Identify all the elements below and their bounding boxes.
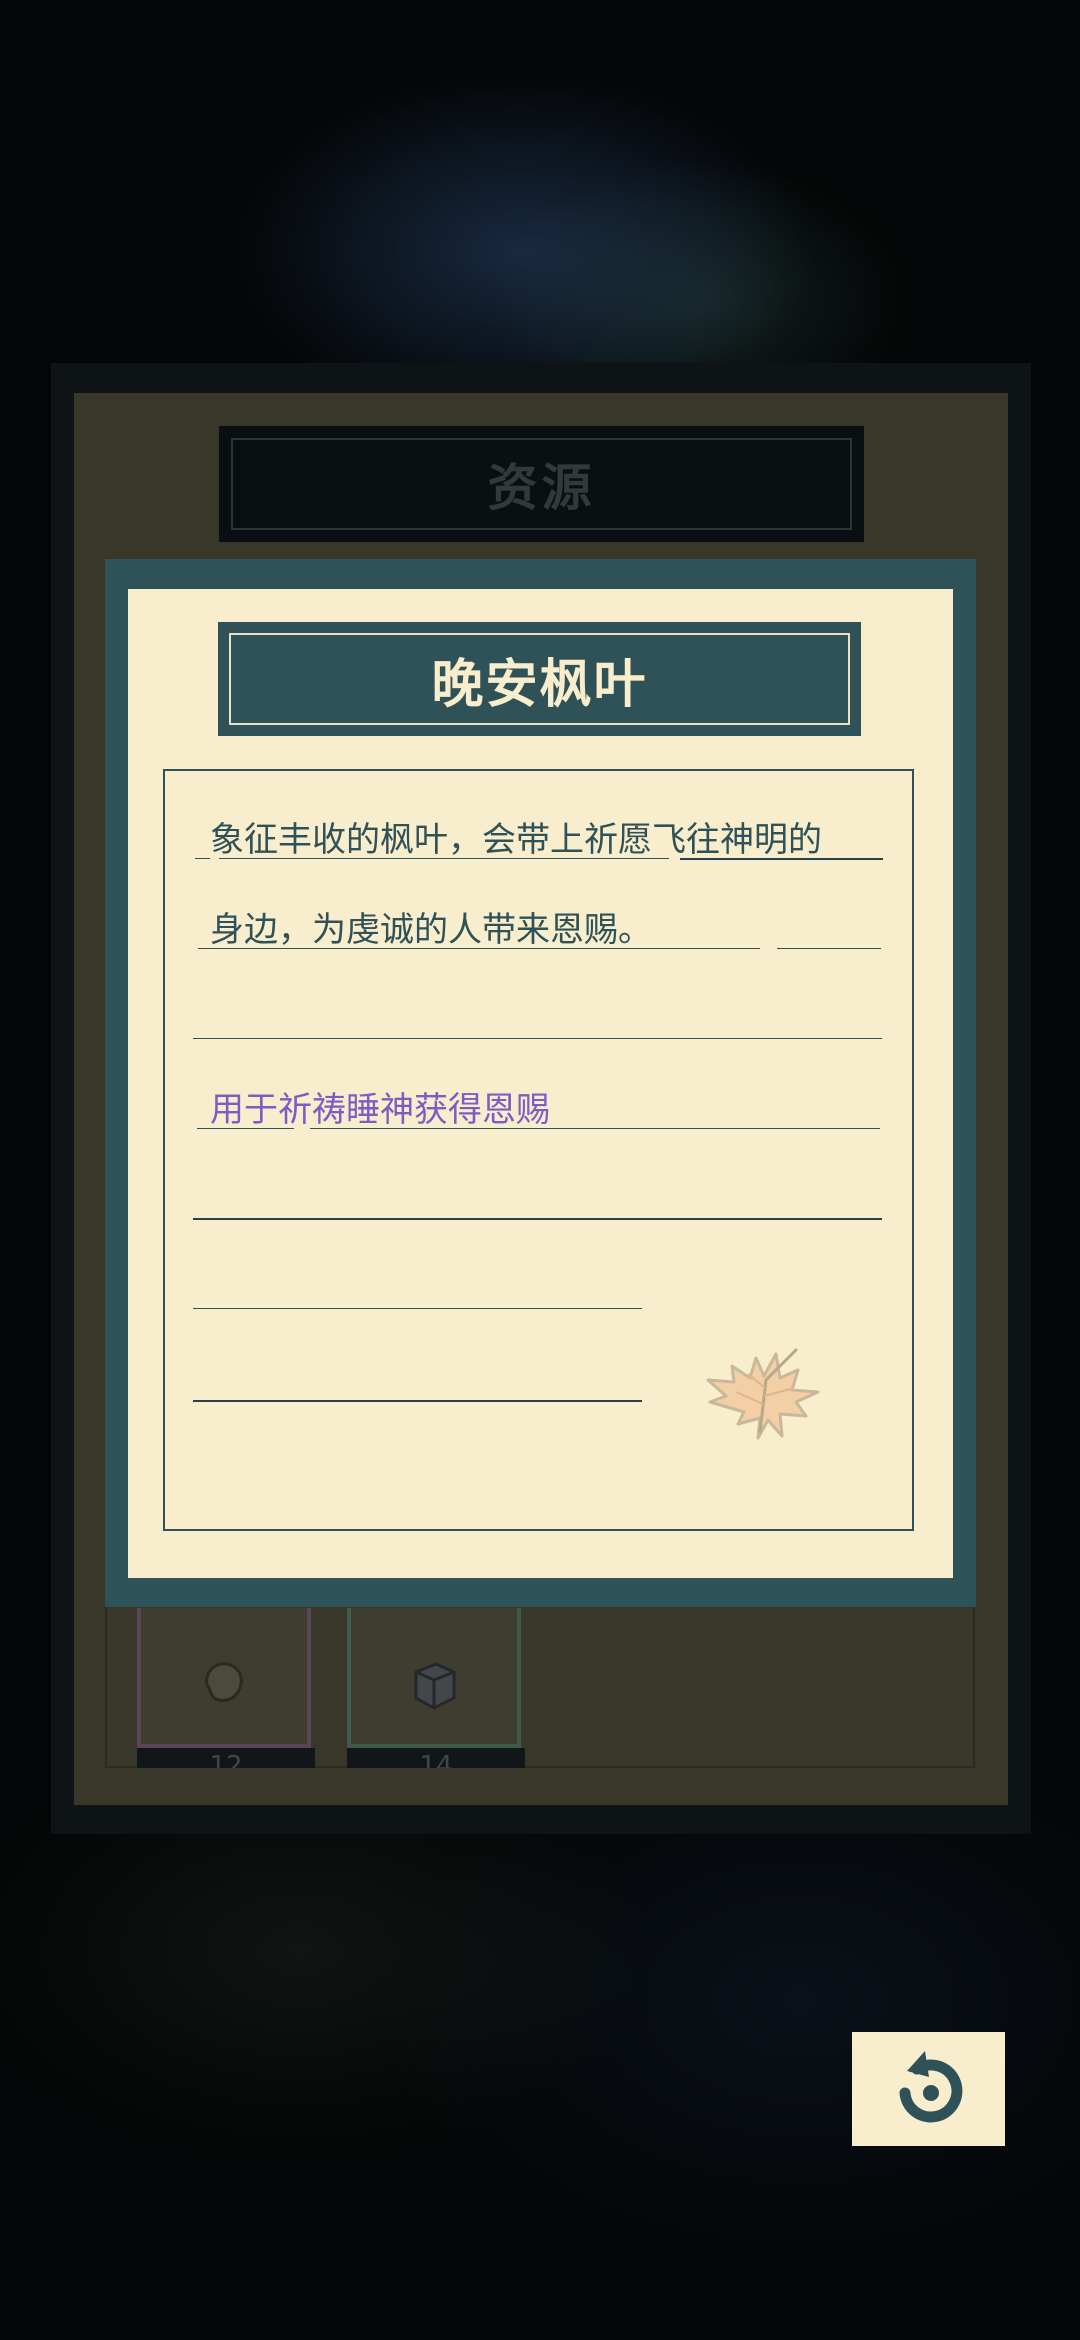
item-title-banner: 晚安枫叶	[218, 622, 861, 736]
resource-count-cube: 14	[347, 1748, 525, 1768]
cube-icon	[414, 1662, 456, 1710]
resource-count-stone: 12	[137, 1748, 315, 1768]
item-title: 晚安枫叶	[431, 654, 648, 715]
ruled-line	[193, 1218, 882, 1220]
maple-leaf-icon	[706, 1348, 820, 1440]
resource-slot-cube[interactable]	[347, 1608, 521, 1748]
stone-icon	[205, 1662, 243, 1702]
item-description-line-1: 象征丰收的枫叶，会带上祈愿飞往神明的	[210, 820, 822, 860]
item-usage-text: 用于祈祷睡神获得恩赐	[210, 1090, 550, 1130]
resources-title-banner: 资源	[219, 426, 864, 542]
resources-title: 资源	[487, 459, 596, 517]
ruled-line	[777, 948, 881, 949]
item-description-line-2: 身边，为虔诚的人带来恩赐。	[210, 910, 652, 950]
back-button[interactable]	[852, 2032, 1005, 2146]
return-icon	[899, 2051, 962, 2123]
ruled-line	[193, 1308, 642, 1309]
resource-slot-stone[interactable]	[137, 1608, 311, 1748]
ruled-line	[193, 1038, 882, 1039]
ruled-line	[195, 858, 210, 859]
ruled-line	[193, 1400, 642, 1402]
